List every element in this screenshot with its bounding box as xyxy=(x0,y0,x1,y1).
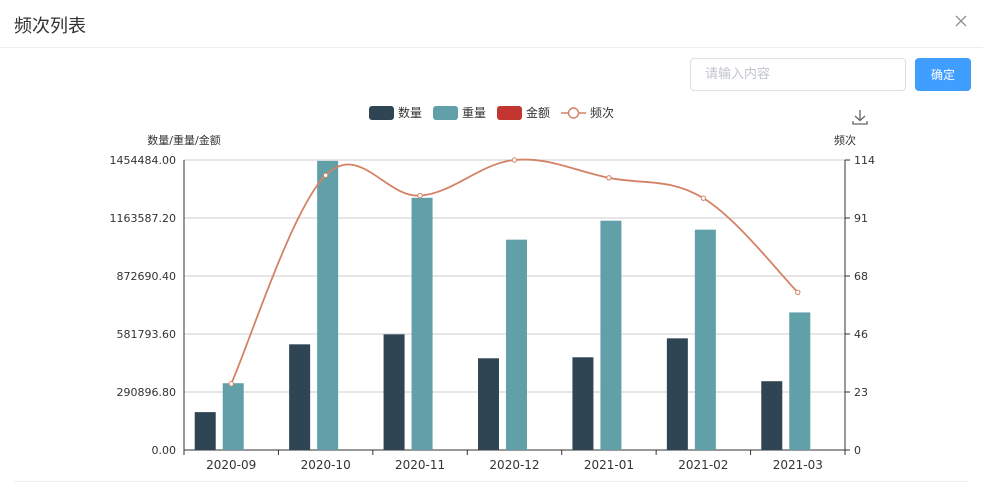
x-tick-label: 2020-11 xyxy=(395,458,445,472)
line-point xyxy=(606,175,612,181)
bar-数量 xyxy=(478,358,499,450)
close-icon[interactable] xyxy=(953,13,969,29)
x-tick-label: 2020-09 xyxy=(206,458,256,472)
dialog-title: 频次列表 xyxy=(14,16,86,37)
bar-重量 xyxy=(317,160,339,450)
bar-数量 xyxy=(761,381,783,450)
bar-重量 xyxy=(789,312,811,450)
line-point xyxy=(700,195,707,201)
bar-数量 xyxy=(383,334,405,450)
line-point xyxy=(511,157,518,163)
bar-重量 xyxy=(506,239,527,450)
x-tick-label: 2021-01 xyxy=(584,458,634,472)
legend-swatch-重量 xyxy=(433,106,458,120)
right-tick-label: 0 xyxy=(854,444,861,457)
left-tick-label: 290896.80 xyxy=(117,386,177,399)
legend-swatch-marker xyxy=(567,107,580,119)
right-tick-label: 68 xyxy=(854,270,868,283)
left-tick-label: 581793.60 xyxy=(117,328,177,341)
bar-数量 xyxy=(194,412,216,450)
bar-重量 xyxy=(600,220,622,450)
line-point xyxy=(417,192,423,199)
legend-swatch-金额 xyxy=(497,106,522,120)
legend-swatch-数量 xyxy=(369,106,394,120)
line-point xyxy=(322,172,329,178)
x-tick-label: 2020-10 xyxy=(301,458,351,472)
search-input[interactable] xyxy=(690,58,906,91)
dialog-header: 频次列表 xyxy=(0,0,983,48)
bar-数量 xyxy=(289,344,311,450)
x-tick-label: 2020-12 xyxy=(489,458,539,472)
right-tick-label: 23 xyxy=(854,386,868,399)
left-axis-name: 数量/重量/金额 xyxy=(147,133,220,147)
bar-重量 xyxy=(694,229,716,450)
confirm-button[interactable]: 确定 xyxy=(915,58,971,91)
left-tick-label: 0.00 xyxy=(152,444,177,457)
left-tick-label: 1454484.00 xyxy=(110,154,176,167)
x-tick-label: 2021-02 xyxy=(678,458,728,472)
chart: 0.00 0 290896.80 23 581793.60 46 872690.40 68 11… xyxy=(110,105,875,472)
legend-label: 重量 xyxy=(462,106,486,120)
bar-数量 xyxy=(666,338,688,450)
line-point xyxy=(795,289,801,295)
legend-label: 金额 xyxy=(526,105,550,120)
bar-重量 xyxy=(411,197,433,450)
left-tick-label: 872690.40 xyxy=(117,270,177,283)
x-tick-label: 2021-03 xyxy=(773,458,823,472)
line-point xyxy=(228,381,234,387)
bar-数量 xyxy=(572,357,594,450)
right-axis-name: 频次 xyxy=(834,133,856,147)
left-tick-label: 1163587.20 xyxy=(110,212,176,225)
right-tick-label: 91 xyxy=(854,212,868,225)
legend-label: 频次 xyxy=(590,106,614,120)
bar-重量 xyxy=(222,383,244,450)
right-tick-label: 46 xyxy=(854,328,868,341)
right-tick-label: 114 xyxy=(854,154,875,167)
legend-label: 数量 xyxy=(398,105,422,120)
